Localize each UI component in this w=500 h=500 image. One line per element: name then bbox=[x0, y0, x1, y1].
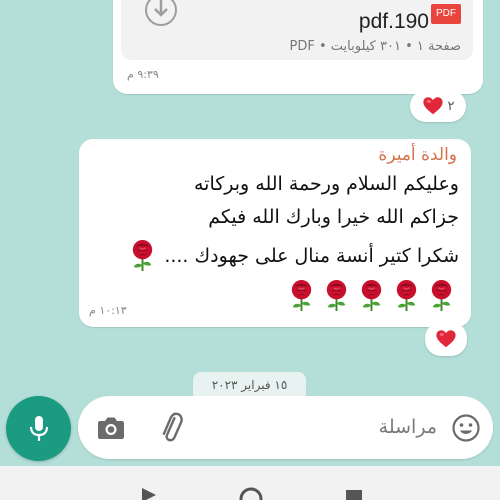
message-composer[interactable] bbox=[78, 396, 493, 459]
file-name: pdf.190 bbox=[358, 10, 429, 33]
system-navigation-bar bbox=[0, 466, 500, 500]
heart-icon bbox=[435, 328, 457, 350]
home-icon[interactable] bbox=[238, 486, 264, 500]
heart-icon bbox=[422, 95, 444, 117]
rose-icon bbox=[127, 239, 158, 272]
camera-icon[interactable] bbox=[96, 414, 126, 442]
message-timestamp: ٩:٣٩ م bbox=[127, 68, 159, 81]
message-line: شكرا كتير أنسة منال على جهودك .... bbox=[164, 244, 459, 267]
paperclip-icon[interactable] bbox=[156, 410, 186, 446]
message-timestamp: ١٠:١٣ م bbox=[89, 304, 127, 317]
voice-record-button[interactable] bbox=[6, 396, 71, 461]
message-line: وعليكم السلام ورحمة الله وبركاته bbox=[193, 173, 459, 195]
message-line: جزاكم الله خيرا وبارك الله فيكم bbox=[208, 206, 459, 228]
emoji-icon[interactable] bbox=[451, 413, 481, 443]
recent-apps-icon[interactable] bbox=[344, 486, 364, 500]
rose-icon bbox=[321, 279, 352, 312]
reaction-badge[interactable]: ٢ bbox=[410, 90, 466, 122]
rose-icon bbox=[426, 279, 457, 312]
reaction-badge[interactable] bbox=[425, 322, 467, 356]
mic-icon bbox=[29, 415, 48, 441]
rose-icon bbox=[286, 279, 317, 312]
document-card[interactable]: pdf.190 PDF صفحة ١ • ٣٠١ كيلوبايت • PDF bbox=[121, 0, 473, 60]
rose-icon bbox=[356, 279, 387, 312]
download-icon[interactable] bbox=[143, 0, 179, 28]
rose-icon bbox=[391, 279, 422, 312]
message-line-with-emoji: شكرا كتير أنسة منال على جهودك .... bbox=[127, 239, 459, 272]
pdf-file-icon: PDF bbox=[431, 4, 461, 24]
sender-name[interactable]: والدة أميرة bbox=[378, 145, 457, 165]
reaction-count: ٢ bbox=[447, 98, 455, 114]
rose-emoji-row bbox=[286, 279, 457, 312]
file-meta: صفحة ١ • ٣٠١ كيلوبايت • PDF bbox=[289, 39, 461, 54]
document-message-bubble[interactable]: pdf.190 PDF صفحة ١ • ٣٠١ كيلوبايت • PDF … bbox=[113, 0, 483, 94]
back-icon[interactable] bbox=[138, 486, 160, 500]
text-message-bubble[interactable]: والدة أميرة وعليكم السلام ورحمة الله وبر… bbox=[79, 139, 471, 327]
message-input[interactable] bbox=[237, 410, 437, 444]
